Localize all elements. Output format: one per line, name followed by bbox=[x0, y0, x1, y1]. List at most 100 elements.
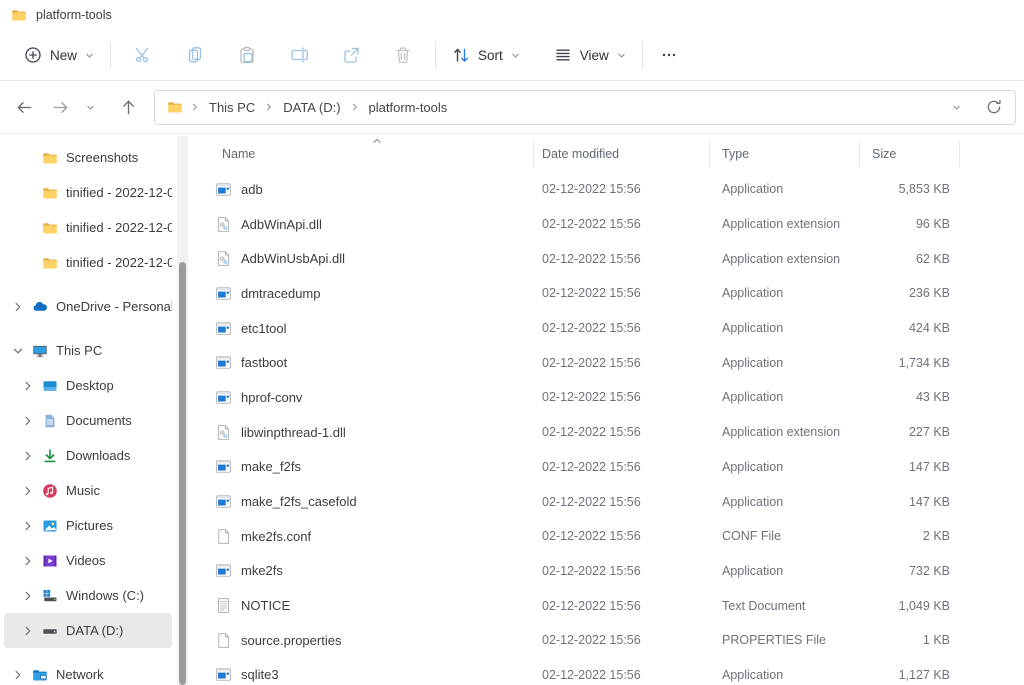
new-button[interactable]: New bbox=[14, 39, 104, 71]
plus-circle-icon bbox=[23, 45, 43, 65]
back-button[interactable] bbox=[6, 89, 42, 125]
file-row-source-properties[interactable]: source.properties02-12-2022 15:56PROPERT… bbox=[188, 623, 1024, 658]
sidebar-item-videos[interactable]: Videos bbox=[4, 543, 172, 578]
file-row-fastboot[interactable]: fastboot02-12-2022 15:56Application1,734… bbox=[188, 345, 1024, 380]
sidebar-item-screenshots[interactable]: Screenshots bbox=[4, 140, 172, 175]
sidebar-item-label: tinified - 2022-12-0 bbox=[66, 185, 172, 200]
file-size-cell: 5,853 KB bbox=[860, 182, 960, 196]
file-row-make-f2fs-casefold[interactable]: make_f2fs_casefold02-12-2022 15:56Applic… bbox=[188, 484, 1024, 519]
sort-ascending-caret-icon bbox=[371, 136, 383, 147]
sidebar-scrollbar-thumb[interactable] bbox=[179, 262, 186, 685]
chevron-right-icon[interactable] bbox=[20, 413, 36, 429]
sidebar-item-documents[interactable]: Documents bbox=[4, 403, 172, 438]
file-row-dmtracedump[interactable]: dmtracedump02-12-2022 15:56Application23… bbox=[188, 276, 1024, 311]
chevron-down-icon bbox=[84, 50, 95, 61]
breadcrumb-chevron-icon[interactable] bbox=[257, 102, 281, 112]
sidebar-item-music[interactable]: Music bbox=[4, 473, 172, 508]
sidebar-item-data-d[interactable]: DATA (D:) bbox=[4, 613, 172, 648]
address-dropdown-button[interactable] bbox=[943, 94, 969, 120]
sidebar-item-tinified-2022-12-0[interactable]: tinified - 2022-12-0 bbox=[4, 210, 172, 245]
paste-button[interactable] bbox=[221, 39, 273, 71]
sidebar-item-tinified-2022-12-0[interactable]: tinified - 2022-12-0 bbox=[4, 175, 172, 210]
file-size-cell: 732 KB bbox=[860, 564, 960, 578]
breadcrumb-platform-tools[interactable]: platform-tools bbox=[367, 97, 450, 118]
chevron-down-icon[interactable] bbox=[10, 343, 26, 359]
rename-button[interactable] bbox=[273, 39, 325, 71]
file-row-sqlite3[interactable]: sqlite302-12-2022 15:56Application1,127 … bbox=[188, 658, 1024, 685]
chevron-right-icon[interactable] bbox=[20, 483, 36, 499]
sidebar-item-label: tinified - 2022-12-0 bbox=[66, 220, 172, 235]
file-row-notice[interactable]: NOTICE02-12-2022 15:56Text Document1,049… bbox=[188, 588, 1024, 623]
file-type-cell: Application bbox=[710, 182, 860, 196]
column-header-date-modified[interactable]: Date modified bbox=[534, 136, 710, 172]
chevron-right-icon[interactable] bbox=[20, 553, 36, 569]
chevron-down-icon bbox=[951, 102, 962, 113]
file-row-adb[interactable]: adb02-12-2022 15:56Application5,853 KB bbox=[188, 172, 1024, 207]
sidebar-scrollbar[interactable] bbox=[177, 136, 188, 685]
sidebar-item-onedrive-personal[interactable]: OneDrive - Personal bbox=[4, 289, 172, 324]
chevron-right-icon[interactable] bbox=[20, 448, 36, 464]
sidebar-item-windows-c[interactable]: Windows (C:) bbox=[4, 578, 172, 613]
chevron-right-icon[interactable] bbox=[20, 588, 36, 604]
application-file-icon bbox=[215, 458, 232, 475]
file-type-cell: Application bbox=[710, 495, 860, 509]
address-bar[interactable]: This PC DATA (D:) platform-tools bbox=[154, 90, 1016, 125]
column-header-type[interactable]: Type bbox=[710, 136, 860, 172]
view-button[interactable]: View bbox=[544, 39, 636, 71]
chevron-right-icon[interactable] bbox=[20, 378, 36, 394]
sidebar-item-label: This PC bbox=[56, 343, 102, 358]
file-size-cell: 236 KB bbox=[860, 286, 960, 300]
file-type-cell: Application bbox=[710, 564, 860, 578]
delete-button[interactable] bbox=[377, 39, 429, 71]
file-row-mke2fs[interactable]: mke2fs02-12-2022 15:56Application732 KB bbox=[188, 554, 1024, 589]
application-file-icon bbox=[215, 389, 232, 406]
file-name-cell: adb bbox=[188, 181, 534, 198]
sidebar-item-desktop[interactable]: Desktop bbox=[4, 368, 172, 403]
file-size-cell: 147 KB bbox=[860, 460, 960, 474]
file-date-cell: 02-12-2022 15:56 bbox=[534, 495, 710, 509]
file-row-make-f2fs[interactable]: make_f2fs02-12-2022 15:56Application147 … bbox=[188, 450, 1024, 485]
see-more-button[interactable] bbox=[649, 39, 689, 71]
share-button[interactable] bbox=[325, 39, 377, 71]
column-header-size[interactable]: Size bbox=[860, 136, 960, 172]
up-button[interactable] bbox=[110, 89, 146, 125]
refresh-icon bbox=[985, 98, 1003, 116]
cut-button[interactable] bbox=[117, 39, 169, 71]
sort-button[interactable]: Sort bbox=[442, 39, 530, 71]
sidebar-item-this-pc[interactable]: This PC bbox=[4, 333, 172, 368]
forward-button[interactable] bbox=[42, 89, 78, 125]
folder-icon bbox=[42, 150, 58, 166]
file-explorer-window: { "window": { "tab_title": "platform-too… bbox=[0, 0, 1024, 685]
sidebar-item-pictures[interactable]: Pictures bbox=[4, 508, 172, 543]
sidebar-item-network[interactable]: Network bbox=[4, 657, 172, 685]
ellipsis-icon bbox=[659, 45, 679, 65]
file-date-cell: 02-12-2022 15:56 bbox=[534, 668, 710, 682]
recent-locations-button[interactable] bbox=[78, 89, 102, 125]
file-row-adbwinusbapi-dll[interactable]: AdbWinUsbApi.dll02-12-2022 15:56Applicat… bbox=[188, 241, 1024, 276]
copy-button[interactable] bbox=[169, 39, 221, 71]
sidebar-item-downloads[interactable]: Downloads bbox=[4, 438, 172, 473]
chevron-right-icon[interactable] bbox=[20, 518, 36, 534]
tab-platform-tools[interactable]: platform-tools bbox=[11, 7, 112, 23]
file-row-libwinpthread-1-dll[interactable]: libwinpthread-1.dll02-12-2022 15:56Appli… bbox=[188, 415, 1024, 450]
breadcrumb-data-d[interactable]: DATA (D:) bbox=[281, 97, 342, 118]
file-name-label: NOTICE bbox=[241, 598, 290, 613]
chevron-right-icon[interactable] bbox=[10, 299, 26, 315]
chevron-right-icon[interactable] bbox=[20, 623, 36, 639]
breadcrumb-chevron-icon[interactable] bbox=[183, 102, 207, 112]
copy-icon bbox=[185, 45, 205, 65]
file-name-cell: dmtracedump bbox=[188, 285, 534, 302]
file-row-mke2fs-conf[interactable]: mke2fs.conf02-12-2022 15:56CONF File2 KB bbox=[188, 519, 1024, 554]
chevron-right-icon[interactable] bbox=[10, 667, 26, 683]
breadcrumb-chevron-icon[interactable] bbox=[343, 102, 367, 112]
file-name-label: sqlite3 bbox=[241, 667, 279, 682]
column-header-name[interactable]: Name bbox=[188, 136, 534, 172]
breadcrumb-this-pc[interactable]: This PC bbox=[207, 97, 257, 118]
drive-icon bbox=[42, 623, 58, 639]
network-icon bbox=[32, 667, 48, 683]
refresh-button[interactable] bbox=[981, 94, 1007, 120]
sidebar-item-tinified-2022-12-0[interactable]: tinified - 2022-12-0 bbox=[4, 245, 172, 280]
file-row-etc1tool[interactable]: etc1tool02-12-2022 15:56Application424 K… bbox=[188, 311, 1024, 346]
file-row-adbwinapi-dll[interactable]: AdbWinApi.dll02-12-2022 15:56Application… bbox=[188, 207, 1024, 242]
file-row-hprof-conv[interactable]: hprof-conv02-12-2022 15:56Application43 … bbox=[188, 380, 1024, 415]
